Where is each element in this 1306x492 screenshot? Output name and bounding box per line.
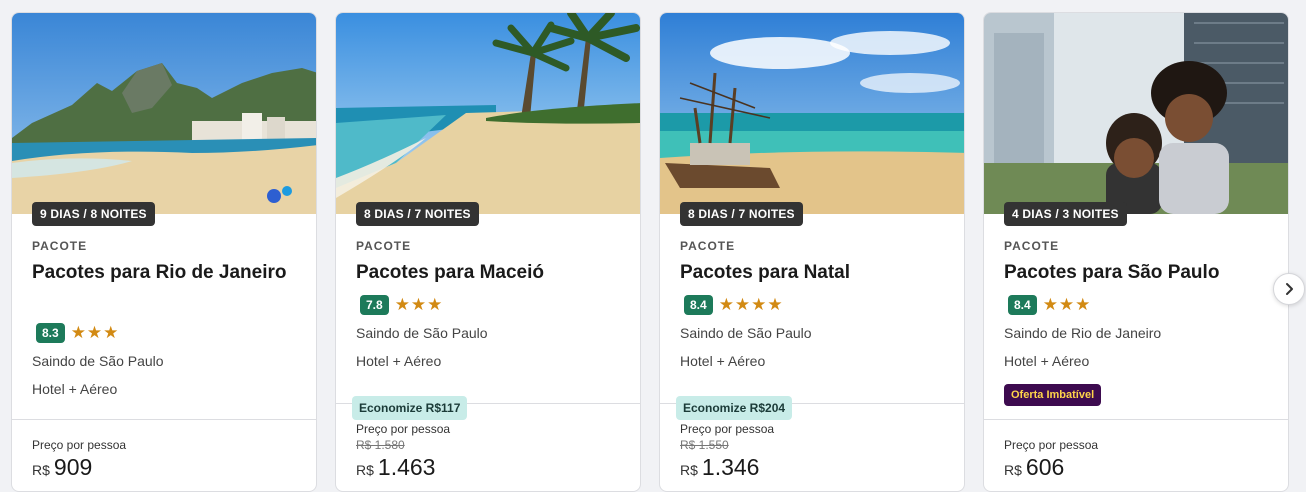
rating: 8.4 ★★★★ <box>684 295 784 315</box>
star-rating-icon: ★★★★ <box>718 295 784 314</box>
rating-score: 8.4 <box>1008 295 1037 315</box>
price-currency: R$ <box>1004 462 1022 478</box>
price-currency: R$ <box>32 462 50 478</box>
package-card-maceio[interactable]: 8 DIAS / 7 NOITES PACOTE Pacotes para Ma… <box>335 12 641 492</box>
package-title[interactable]: Pacotes para Rio de Janeiro <box>32 259 292 287</box>
chevron-right-icon <box>1286 283 1293 295</box>
package-card-sao-paulo[interactable]: 4 DIAS / 3 NOITES PACOTE Pacotes para Sã… <box>983 12 1289 492</box>
origin-text: Saindo de São Paulo <box>680 325 812 341</box>
includes-text: Hotel + Aéreo <box>32 381 118 397</box>
origin-text: Saindo de São Paulo <box>356 325 488 341</box>
star-rating-icon: ★★★ <box>70 323 120 342</box>
package-type-label: PACOTE <box>356 239 412 253</box>
origin-text: Saindo de Rio de Janeiro <box>1004 325 1162 341</box>
includes-text: Hotel + Aéreo <box>1004 353 1090 369</box>
price-currency: R$ <box>356 462 374 478</box>
rating: 7.8 ★★★ <box>360 295 443 315</box>
carousel-next-button[interactable] <box>1273 273 1305 305</box>
package-photo-sao-paulo <box>984 13 1288 214</box>
includes-text: Hotel + Aéreo <box>356 353 442 369</box>
star-rating-icon: ★★★ <box>1042 295 1092 314</box>
price: R$ 606 <box>1004 454 1064 481</box>
price-label: Preço por pessoa <box>680 422 775 436</box>
origin-text: Saindo de São Paulo <box>32 353 164 369</box>
package-title[interactable]: Pacotes para Natal <box>680 259 940 287</box>
savings-badge: Economize R$117 <box>352 396 468 420</box>
divider <box>12 419 316 420</box>
rating-score: 8.4 <box>684 295 713 315</box>
price-currency: R$ <box>680 462 698 478</box>
rating-score: 7.8 <box>360 295 389 315</box>
price-value: 606 <box>1025 454 1065 480</box>
package-photo-natal <box>660 13 964 214</box>
package-title[interactable]: Pacotes para São Paulo <box>1004 259 1264 287</box>
duration-badge: 4 DIAS / 3 NOITES <box>1004 202 1127 226</box>
price-value: 1.463 <box>377 454 436 480</box>
old-price: R$ 1.550 <box>680 438 729 452</box>
price-value: 909 <box>53 454 93 480</box>
old-price: R$ 1.580 <box>356 438 405 452</box>
rating: 8.4 ★★★ <box>1008 295 1091 315</box>
savings-badge: Economize R$204 <box>676 396 793 420</box>
price-label: Preço por pessoa <box>1004 438 1099 452</box>
price-label: Preço por pessoa <box>356 422 451 436</box>
price: R$ 1.346 <box>680 454 759 481</box>
duration-badge: 9 DIAS / 8 NOITES <box>32 202 155 226</box>
offer-badge: Oferta Imbatível <box>1004 384 1102 406</box>
price-value: 1.346 <box>701 454 760 480</box>
package-type-label: PACOTE <box>32 239 88 253</box>
package-card-natal[interactable]: 8 DIAS / 7 NOITES PACOTE Pacotes para Na… <box>659 12 965 492</box>
divider <box>984 419 1288 420</box>
package-title[interactable]: Pacotes para Maceió <box>356 259 616 287</box>
package-card-rio[interactable]: 9 DIAS / 8 NOITES PACOTE Pacotes para Ri… <box>11 12 317 492</box>
price: R$ 1.463 <box>356 454 435 481</box>
package-type-label: PACOTE <box>1004 239 1060 253</box>
duration-badge: 8 DIAS / 7 NOITES <box>356 202 479 226</box>
package-photo-rio <box>12 13 316 214</box>
price: R$ 909 <box>32 454 92 481</box>
rating: 8.3 ★★★ <box>36 323 119 343</box>
duration-badge: 8 DIAS / 7 NOITES <box>680 202 803 226</box>
package-photo-maceio <box>336 13 640 214</box>
package-type-label: PACOTE <box>680 239 736 253</box>
rating-score: 8.3 <box>36 323 65 343</box>
price-label: Preço por pessoa <box>32 438 127 452</box>
includes-text: Hotel + Aéreo <box>680 353 766 369</box>
star-rating-icon: ★★★ <box>394 295 444 314</box>
